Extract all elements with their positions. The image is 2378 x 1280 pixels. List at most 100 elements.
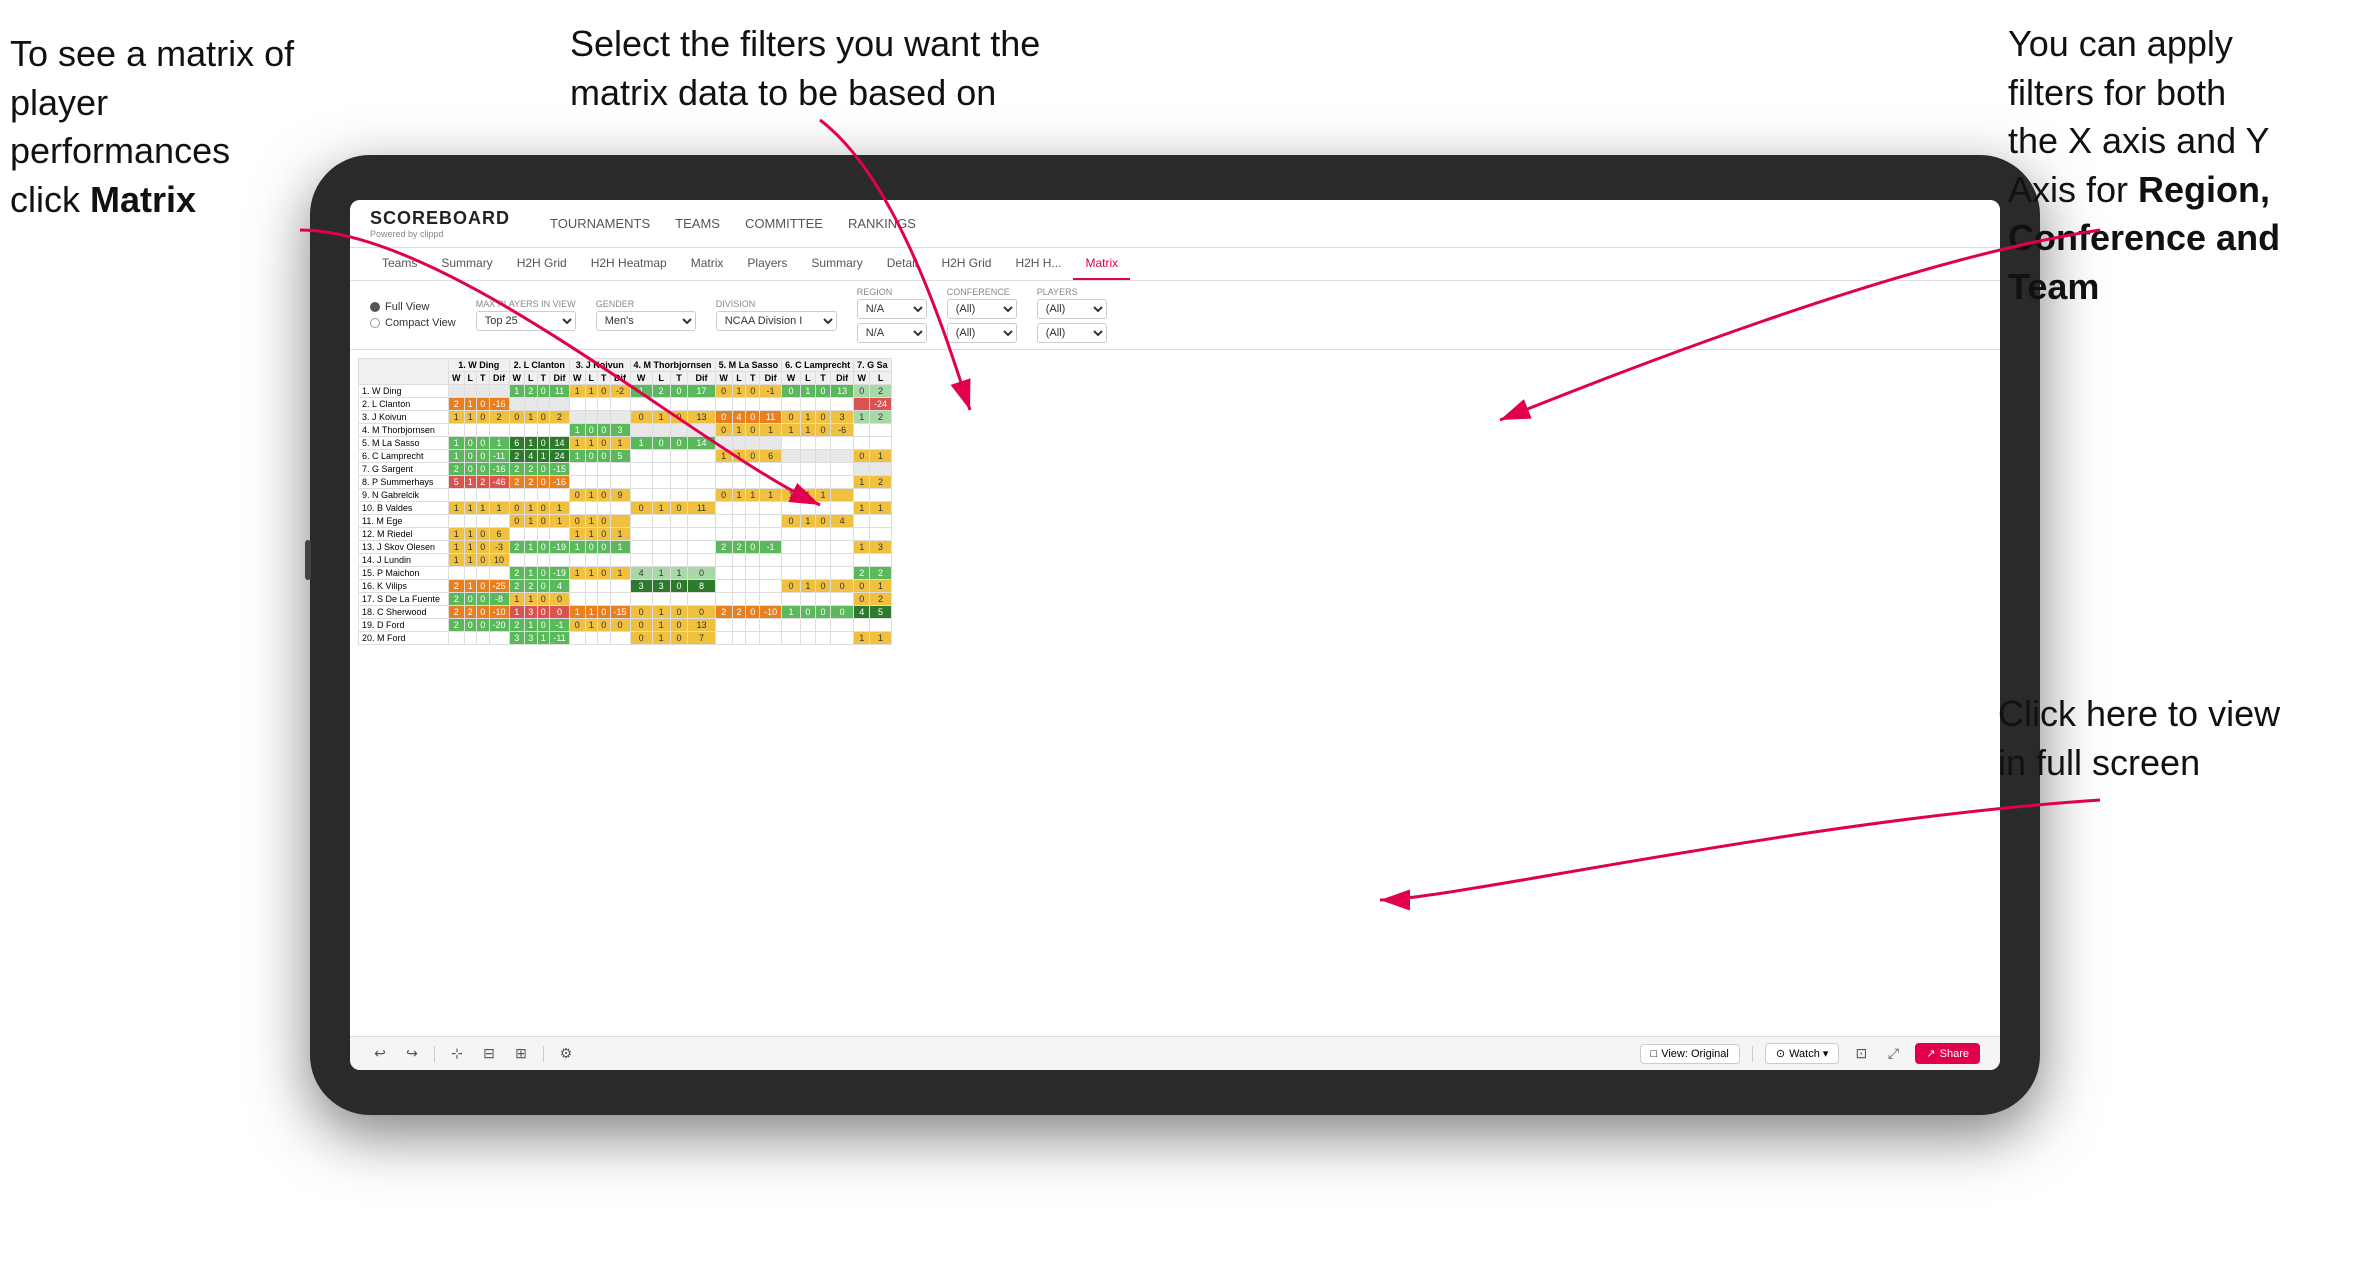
players-select-1[interactable]: (All) [1037,299,1107,319]
matrix-cell-L: 1 [464,554,477,567]
nav-tournaments[interactable]: TOURNAMENTS [550,212,650,235]
tab-teams[interactable]: Teams [370,248,429,280]
main-nav: TOURNAMENTS TEAMS COMMITTEE RANKINGS [550,212,916,235]
division-label: Division [716,299,837,309]
toolbar-divider-1 [434,1046,435,1062]
max-players-filter: Max players in view Top 25 [476,299,576,331]
matrix-cell-Dif [831,619,854,632]
matrix-cell-W: 0 [630,502,652,515]
matrix-cell-T: 0 [815,424,830,437]
nav-committee[interactable]: COMMITTEE [745,212,823,235]
fullscreen-icon[interactable]: ⤢ [1883,1044,1903,1064]
max-players-select[interactable]: Top 25 [476,311,576,331]
tab-h2h-grid-1[interactable]: H2H Grid [505,248,579,280]
matrix-cell-T: 1 [670,567,688,580]
matrix-cell [870,437,891,450]
matrix-cell-W [630,463,652,476]
matrix-cell-L: 1 [652,606,670,619]
compact-view-radio[interactable] [370,318,380,328]
conference-select-2[interactable]: (All) [947,323,1017,343]
tablet-frame: SCOREBOARD Powered by clippd TOURNAMENTS… [310,155,2040,1115]
matrix-cell [870,554,891,567]
tab-detail[interactable]: Detail [875,248,930,280]
matrix-cell-Dif: -1 [760,385,782,398]
tab-summary-1[interactable]: Summary [429,248,504,280]
compact-view-option[interactable]: Compact View [370,317,456,329]
nav-teams[interactable]: TEAMS [675,212,720,235]
full-view-radio[interactable] [370,302,380,312]
settings-icon[interactable]: ⚙ [556,1044,576,1064]
region-select-2[interactable]: N/A [857,323,927,343]
matrix-cell-T: 0 [477,554,490,567]
tab-h2h-grid-2[interactable]: H2H Grid [929,248,1003,280]
tab-h2h-heatmap[interactable]: H2H Heatmap [579,248,679,280]
matrix-cell-W [509,554,525,567]
matrix-cell-Dif [688,593,715,606]
matrix-cell-Dif [489,515,509,528]
matrix-cell-T: 0 [670,411,688,424]
nav-rankings[interactable]: RANKINGS [848,212,916,235]
matrix-cell-Dif [831,476,854,489]
matrix-cell-T [670,554,688,567]
tab-players[interactable]: Players [735,248,799,280]
matrix-cell-T [670,489,688,502]
matrix-cell-L [800,567,815,580]
undo-icon[interactable]: ↩ [370,1044,390,1064]
matrix-cell: 4 [854,606,870,619]
matrix-cell-Dif [831,398,854,411]
sub-h-t-1: T [477,372,490,385]
matrix-cell-L [732,463,746,476]
matrix-cell-W: 2 [449,593,465,606]
tab-matrix-1[interactable]: Matrix [679,248,736,280]
players-select-2[interactable]: (All) [1037,323,1107,343]
annotation-topright: You can apply filters for both the X axi… [2008,20,2368,312]
player-name-cell: 4. M Thorbjornsen [359,424,449,437]
watch-button[interactable]: ⊙ Watch ▾ [1765,1043,1840,1064]
matrix-cell-T [746,567,760,580]
matrix-cell [870,463,891,476]
tab-summary-2[interactable]: Summary [799,248,874,280]
tab-matrix-active[interactable]: Matrix [1073,248,1130,280]
matrix-cell [870,489,891,502]
matrix-cell-L: 1 [585,567,598,580]
matrix-cell-L [652,541,670,554]
full-view-option[interactable]: Full View [370,301,456,313]
table-row: 17. S De La Fuente200-81100 02 [359,593,892,606]
zoom-out-icon[interactable]: ⊟ [479,1044,499,1064]
matrix-cell [854,619,870,632]
division-select[interactable]: NCAA Division I [716,311,837,331]
logo-title: SCOREBOARD [370,208,510,229]
player-name-cell: 13. J Skov Olesen [359,541,449,554]
redo-icon[interactable]: ↪ [402,1044,422,1064]
matrix-cell: 5 [870,606,891,619]
matrix-cell-T: 1 [537,632,550,645]
view-original-button[interactable]: □ View: Original [1640,1044,1740,1064]
matrix-cell-W [630,515,652,528]
sub-nav: Teams Summary H2H Grid H2H Heatmap Matri… [350,248,2000,281]
matrix-cell-Dif [760,619,782,632]
matrix-cell: 2 [870,593,891,606]
matrix-cell-W [782,450,801,463]
matrix-cell-Dif: -10 [489,606,509,619]
conference-select-1[interactable]: (All) [947,299,1017,319]
tab-h2h-h[interactable]: H2H H... [1003,248,1073,280]
matrix-cell-Dif: -10 [760,606,782,619]
matrix-cell-L [525,554,538,567]
drag-icon[interactable]: ⊹ [447,1044,467,1064]
matrix-cell-T: 0 [670,502,688,515]
matrix-cell-W [570,554,586,567]
matrix-cell-T [670,450,688,463]
gender-select[interactable]: Men's [596,311,696,331]
sub-h-w-4: W [630,372,652,385]
region-select-1[interactable]: N/A [857,299,927,319]
matrix-cell-Dif: 0 [688,567,715,580]
matrix-cell-L [732,632,746,645]
matrix-cell-T: 0 [670,580,688,593]
matrix-cell-L [732,528,746,541]
matrix-cell-L: 1 [800,489,815,502]
matrix-cell-T: 0 [815,580,830,593]
matrix-cell-L: 1 [525,541,538,554]
zoom-in-icon[interactable]: ⊞ [511,1044,531,1064]
cast-icon[interactable]: ⊡ [1851,1044,1871,1064]
share-button[interactable]: ↗ Share [1915,1043,1980,1064]
